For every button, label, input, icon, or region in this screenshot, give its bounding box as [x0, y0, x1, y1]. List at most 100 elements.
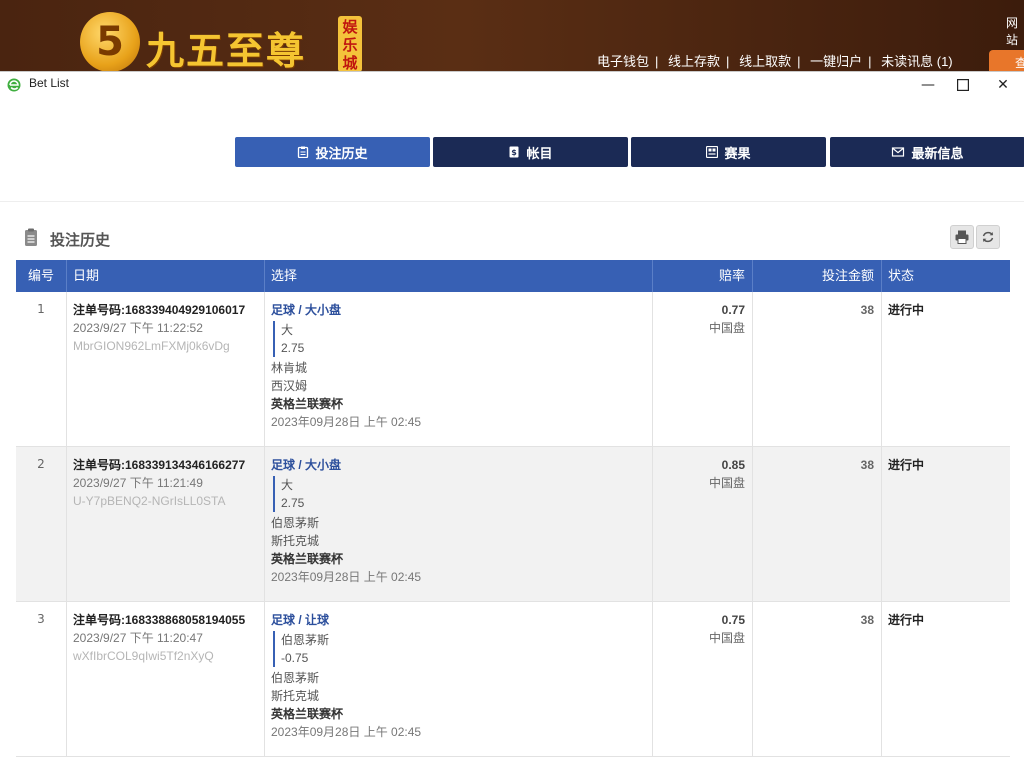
away-team: 斯托克城 [271, 689, 320, 703]
printer-icon [955, 230, 969, 244]
odds-value: 0.77 [721, 303, 745, 317]
minimize-icon: — [921, 77, 935, 93]
bet-list-window: Bet List — ✕ 投注历史 $ 帐目 赛果 最新信息 投注历史 编号 日… [0, 71, 1024, 770]
odds-type: 中国盘 [708, 321, 745, 335]
selection-cell: 足球 / 大小盘 大 2.75 伯恩茅斯 斯托克城 英格兰联赛杯 2023年09… [265, 447, 653, 601]
placed-time: 2023/9/27 下午 11:22:52 [73, 321, 203, 335]
nav-unread-messages[interactable]: 未读讯息 (1) [881, 54, 953, 69]
row-number: 1 [16, 292, 67, 446]
selection-cell: 足球 / 大小盘 大 2.75 林肯城 西汉姆 英格兰联赛杯 2023年09月2… [265, 292, 653, 446]
date-cell: 注单号码:168338868058194055 2023/9/27 下午 11:… [67, 602, 265, 756]
section-title: 投注历史 [50, 232, 111, 249]
tab-label: 最新信息 [911, 145, 964, 161]
league-name: 英格兰联赛杯 [271, 397, 344, 411]
maximize-button[interactable] [943, 74, 983, 96]
pick-choice: 大 [281, 323, 294, 337]
header-odds: 赔率 [653, 260, 753, 292]
transaction-code: MbrGION962LmFXMj0k6vDg [73, 339, 230, 353]
status-cell: 进行中 [882, 292, 1010, 446]
status-badge: 进行中 [888, 613, 925, 627]
away-team: 斯托克城 [271, 534, 320, 548]
clipboard-icon [298, 146, 309, 158]
tab-latest-info[interactable]: 最新信息 [830, 137, 1024, 167]
header-selection: 选择 [265, 260, 653, 292]
header-status: 状态 [888, 268, 915, 283]
odds-value: 0.85 [721, 458, 745, 472]
tab-label: 帐目 [526, 145, 553, 161]
sport-market: 足球 / 大小盘 [271, 458, 342, 472]
nav-e-wallet[interactable]: 电子钱包 [597, 54, 649, 69]
pick-choice: 伯恩茅斯 [281, 633, 330, 647]
odds-type: 中国盘 [708, 631, 745, 645]
event-time: 2023年09月28日 上午 02:45 [271, 415, 422, 429]
table-header: 编号 日期 选择 赔率 投注金额 状态 [16, 260, 1010, 292]
print-button[interactable] [950, 225, 974, 249]
transaction-code: U-Y7pBENQ2-NGrIsLL0STA [73, 494, 226, 508]
browser-app-icon [7, 78, 21, 92]
minimize-button[interactable]: — [908, 74, 948, 96]
refresh-icon [982, 231, 994, 243]
envelope-icon [892, 147, 905, 157]
window-titlebar: Bet List — ✕ [0, 72, 1024, 98]
pick-block: 伯恩茅斯 -0.75 [273, 631, 652, 667]
header-divider [0, 201, 1024, 202]
event-time: 2023年09月28日 上午 02:45 [271, 725, 422, 739]
pick-choice: 大 [281, 478, 294, 492]
odds-cell: 0.85 中国盘 [653, 447, 753, 601]
tab-accounts[interactable]: $ 帐目 [433, 137, 628, 167]
nav-one-click-transfer[interactable]: 一键归户 [810, 54, 862, 69]
site-corner-link[interactable]: 网站 [1006, 14, 1024, 48]
status-cell: 进行中 [882, 447, 1010, 601]
tab-label: 赛果 [724, 145, 751, 161]
close-icon: ✕ [997, 77, 1009, 93]
bet-history-table: 编号 日期 选择 赔率 投注金额 状态 1 注单号码:1683394049291… [16, 260, 1010, 757]
site-nav: 电子钱包 | 线上存款 | 线上取款 | 一键归户 | 未读讯息 (1) [597, 54, 953, 69]
amount-cell: 38 [753, 292, 882, 446]
pick-line: 2.75 [281, 341, 305, 355]
pick-block: 大 2.75 [273, 476, 652, 512]
home-team: 林肯城 [271, 361, 308, 375]
away-team: 西汉姆 [271, 379, 308, 393]
placed-time: 2023/9/27 下午 11:20:47 [73, 631, 203, 645]
home-team: 伯恩茅斯 [271, 671, 320, 685]
ledger-icon: $ [509, 146, 519, 158]
pick-block: 大 2.75 [273, 321, 652, 357]
row-number: 3 [16, 602, 67, 756]
nav-withdraw[interactable]: 线上取款 [739, 54, 791, 69]
bet-amount: 38 [860, 613, 874, 627]
site-logo-icon: 5 [80, 12, 140, 72]
ticket-number: 注单号码:168339134346166277 [73, 458, 246, 472]
league-name: 英格兰联赛杯 [271, 552, 344, 566]
row-number: 2 [16, 447, 67, 601]
status-cell: 进行中 [882, 602, 1010, 756]
svg-text:$: $ [512, 148, 518, 157]
table-row: 2 注单号码:168339134346166277 2023/9/27 下午 1… [16, 447, 1010, 602]
window-title: Bet List [29, 76, 70, 90]
close-button[interactable]: ✕ [983, 74, 1023, 96]
odds-cell: 0.77 中国盘 [653, 292, 753, 446]
ticket-number: 注单号码:168338868058194055 [73, 613, 246, 627]
date-cell: 注单号码:168339404929106017 2023/9/27 下午 11:… [67, 292, 265, 446]
tab-results[interactable]: 赛果 [631, 137, 826, 167]
header-date: 日期 [67, 260, 265, 292]
table-row: 1 注单号码:168339404929106017 2023/9/27 下午 1… [16, 292, 1010, 447]
tab-bet-history[interactable]: 投注历史 [235, 137, 430, 167]
site-corner-button[interactable]: 查 [989, 50, 1024, 72]
site-logo-badge: 娱乐城 [338, 16, 362, 72]
selection-cell: 足球 / 让球 伯恩茅斯 -0.75 伯恩茅斯 斯托克城 英格兰联赛杯 2023… [265, 602, 653, 756]
status-badge: 进行中 [888, 458, 925, 472]
bet-amount: 38 [860, 303, 874, 317]
header-amount: 投注金额 [753, 260, 882, 292]
odds-type: 中国盘 [708, 476, 745, 490]
nav-deposit[interactable]: 线上存款 [668, 54, 720, 69]
ticket-number: 注单号码:168339404929106017 [73, 303, 246, 317]
placed-time: 2023/9/27 下午 11:21:49 [73, 476, 203, 490]
table-row: 3 注单号码:168338868058194055 2023/9/27 下午 1… [16, 602, 1010, 757]
clipboard-icon [25, 228, 37, 246]
sport-market: 足球 / 让球 [271, 613, 330, 627]
refresh-button[interactable] [976, 225, 1000, 249]
maximize-icon [956, 78, 970, 92]
pick-line: 2.75 [281, 496, 305, 510]
home-team: 伯恩茅斯 [271, 516, 320, 530]
status-badge: 进行中 [888, 303, 925, 317]
